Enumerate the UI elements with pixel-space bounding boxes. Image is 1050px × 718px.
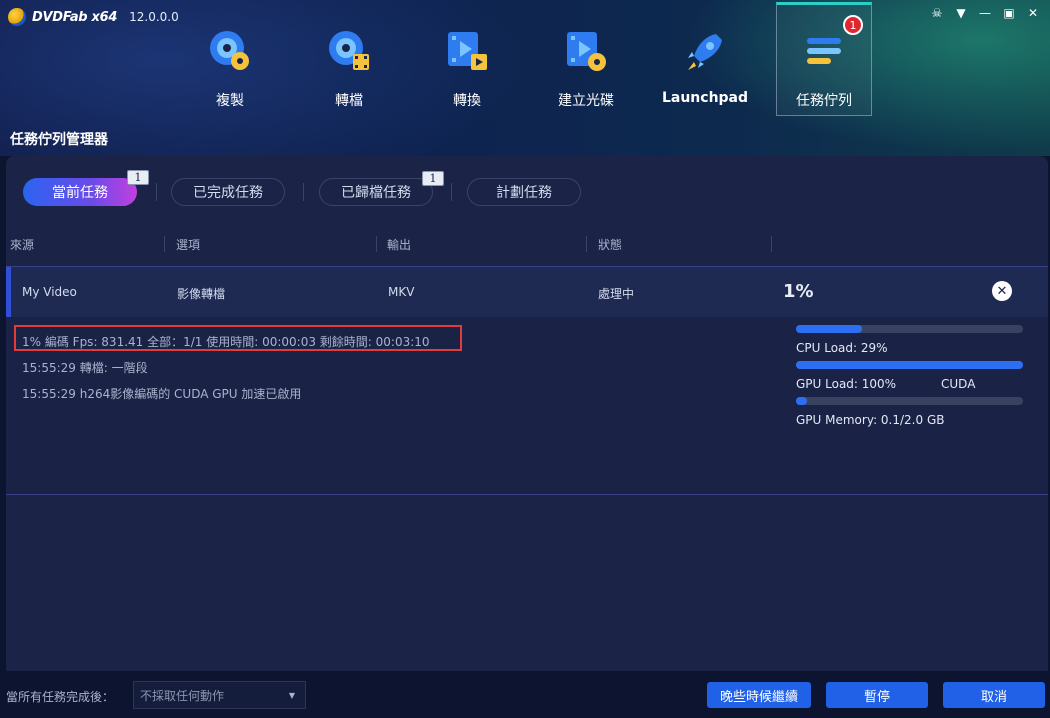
close-icon[interactable]: ✕	[1026, 6, 1040, 20]
tab-current[interactable]: 當前任務 1	[23, 170, 149, 206]
nav-convert-label: 轉換	[453, 93, 481, 109]
column-divider	[376, 236, 377, 252]
tab-archived-badge: 1	[422, 171, 444, 186]
nav-launchpad-label: Launchpad	[661, 90, 749, 106]
task-progress-percent: 1%	[783, 281, 814, 302]
disc-film-icon	[326, 28, 372, 74]
column-source: 來源	[10, 238, 35, 252]
resume-later-button[interactable]: 晚些時候繼續	[707, 682, 811, 708]
gpu-load-fill	[796, 361, 1023, 369]
gpu-memory-label: GPU Memory: 0.1/2.0 GB	[796, 413, 945, 427]
gpu-load-label: GPU Load: 100%	[796, 377, 897, 391]
column-output: 輸出	[387, 238, 412, 252]
after-completion-label: 當所有任務完成後：	[6, 690, 115, 704]
shirt-icon[interactable]: ☠	[930, 6, 944, 20]
tab-divider	[451, 183, 452, 201]
cpu-load-label: CPU Load: 29%	[796, 341, 888, 355]
video-convert-icon	[444, 28, 490, 74]
nav-queue-label: 任務佇列	[796, 93, 852, 109]
page-title: 任務佇列管理器	[10, 132, 108, 148]
task-queue-icon	[801, 28, 847, 74]
table-row[interactable]: My Video 影像轉檔 MKV 處理中 1% ✕	[6, 267, 1048, 317]
tab-scheduled-label: 計劃任務	[496, 185, 552, 201]
nav-launchpad[interactable]: Launchpad	[657, 22, 753, 116]
nav-create-label: 建立光碟	[558, 93, 614, 109]
tab-completed[interactable]: 已完成任務	[171, 178, 285, 206]
task-detail: 1% 編碼 Fps: 831.41 全部：1/1 使用時間: 00:00:03 …	[6, 317, 1048, 494]
app-header: DVDFab x64 12.0.0.0 ☠ ▼ — ▣ ✕ 複製 轉檔 轉換 建…	[0, 0, 1050, 156]
remove-task-button[interactable]: ✕	[992, 281, 1012, 301]
task-status: 處理中	[598, 287, 635, 301]
tab-archived[interactable]: 已歸檔任務 1	[319, 171, 444, 206]
tab-divider	[303, 183, 304, 201]
column-divider	[586, 236, 587, 252]
nav-rip[interactable]: 轉檔	[301, 22, 397, 116]
rocket-icon	[682, 28, 728, 74]
nav-create[interactable]: 建立光碟	[538, 22, 634, 116]
cancel-button[interactable]: 取消	[943, 682, 1045, 708]
gpu-memory-fill	[796, 397, 808, 405]
column-option: 選項	[176, 238, 201, 252]
nav-rip-label: 轉檔	[335, 93, 363, 109]
dvdfab-logo-icon	[8, 8, 26, 26]
task-option: 影像轉檔	[177, 287, 226, 301]
tab-divider	[156, 183, 157, 201]
log-line-cuda: 15:55:29 h264影像編碼的 CUDA GPU 加速已啟用	[22, 387, 302, 401]
cpu-load-fill	[796, 325, 862, 333]
after-completion-value: 不採取任何動作	[140, 688, 225, 703]
tab-archived-label: 已歸檔任務	[341, 185, 411, 201]
column-divider	[771, 236, 772, 252]
task-panel: 當前任務 1 已完成任務 已歸檔任務 1 計劃任務 來源 選項 輸出 狀態 My…	[6, 156, 1048, 671]
tab-scheduled[interactable]: 計劃任務	[467, 178, 581, 206]
footer-bar: 當所有任務完成後： 不採取任何動作 ▼ 晚些時候繼續 暫停 取消	[0, 671, 1050, 718]
column-divider	[164, 236, 165, 252]
after-completion-select[interactable]: 不採取任何動作 ▼	[133, 681, 306, 709]
app-brand: DVDFab x64	[32, 9, 118, 25]
nav-copy[interactable]: 複製	[182, 22, 278, 116]
tab-current-label: 當前任務	[52, 185, 108, 201]
gpu-load-bar	[796, 361, 1023, 369]
app-version: 12.0.0.0	[129, 10, 179, 24]
nav-queue[interactable]: 1 任務佇列	[776, 2, 872, 116]
task-output: MKV	[388, 285, 415, 299]
cpu-load-bar	[796, 325, 1023, 333]
window-controls: ☠ ▼ — ▣ ✕	[930, 6, 1040, 20]
nav-copy-label: 複製	[216, 93, 244, 109]
close-icon: ✕	[996, 283, 1008, 299]
minimize-icon[interactable]: —	[978, 6, 992, 20]
pause-button[interactable]: 暫停	[826, 682, 928, 708]
maximize-icon[interactable]: ▣	[1002, 6, 1016, 20]
gpu-memory-bar	[796, 397, 1023, 405]
chevron-down-icon: ▼	[288, 691, 295, 700]
tab-completed-label: 已完成任務	[193, 185, 263, 201]
detail-divider	[6, 494, 1048, 495]
nav-convert[interactable]: 轉換	[419, 22, 515, 116]
video-to-disc-icon	[563, 28, 609, 74]
dropdown-icon[interactable]: ▼	[954, 6, 968, 20]
task-source: My Video	[22, 285, 77, 299]
disc-copy-icon	[207, 28, 253, 74]
column-status: 狀態	[598, 238, 623, 252]
log-line-stage: 15:55:29 轉檔: 一階段	[22, 361, 148, 375]
tab-current-badge: 1	[127, 170, 149, 185]
log-line-progress: 1% 編碼 Fps: 831.41 全部：1/1 使用時間: 00:00:03 …	[22, 335, 430, 349]
app-logo: DVDFab x64 12.0.0.0	[8, 8, 179, 26]
queue-count-badge: 1	[843, 15, 863, 35]
gpu-accel-tag: CUDA	[941, 377, 976, 391]
